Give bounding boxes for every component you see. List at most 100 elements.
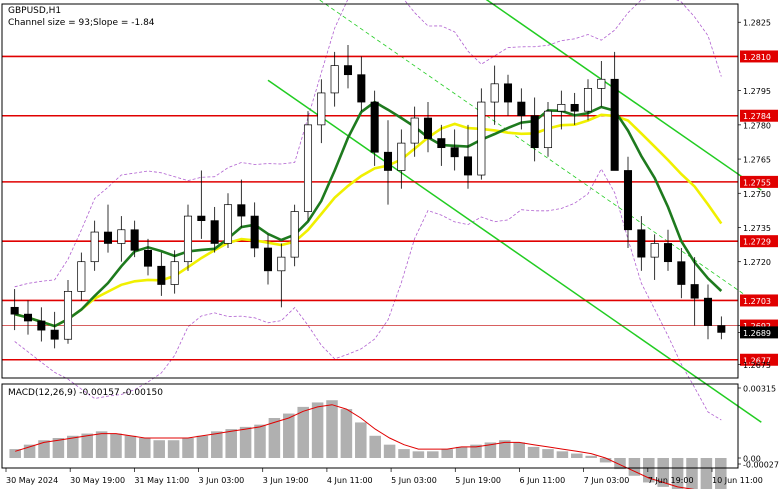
candle-body [277, 256, 286, 272]
macd-histogram-bar [124, 435, 137, 458]
candle-body [63, 290, 73, 340]
candle-body [290, 211, 299, 258]
candle-body [663, 243, 673, 263]
price-tick-label: 1.2675 [743, 361, 771, 370]
candle-body [357, 74, 366, 103]
candle-body [130, 229, 139, 251]
macd-histogram-bar [326, 400, 338, 458]
candle-body [423, 117, 433, 139]
candle-body [223, 204, 233, 244]
macd-histogram-bar [182, 438, 194, 458]
candle-body [583, 88, 593, 112]
price-tick-label: 1.2720 [743, 258, 771, 267]
candle-body [530, 115, 539, 149]
macd-histogram-bar [167, 440, 180, 458]
macd-histogram-bar [239, 426, 252, 458]
macd-histogram-bar [110, 433, 122, 458]
symbol-label: GBPUSD,H1 [8, 6, 61, 16]
candle-body [517, 101, 526, 117]
candle-body [117, 229, 126, 244]
price-tick-label: 1.2765 [743, 156, 771, 165]
time-tick-label: 4 Jun 11:00 [327, 476, 373, 485]
candle-body [317, 92, 326, 126]
macd-histogram-bar [571, 453, 583, 458]
candle-body [143, 249, 153, 267]
channel-info-label: Channel size = 93;Slope = -1.84 [8, 18, 155, 28]
level-price-label: 1.2755 [743, 178, 771, 187]
macd-histogram-bar [297, 406, 309, 458]
macd-histogram-bar [196, 435, 209, 458]
price-tick-label: 1.2780 [743, 121, 771, 130]
candle-body [237, 204, 246, 217]
time-tick-label: 30 May 2024 [6, 476, 58, 485]
time-tick-label: 30 May 19:00 [70, 476, 125, 485]
candle-body [677, 261, 686, 285]
candle-body [450, 147, 459, 158]
candle-body [410, 117, 419, 144]
time-tick-label: 7 Jun 03:00 [584, 476, 630, 485]
level-price-label: 1.2729 [743, 238, 771, 247]
candle-body [263, 247, 273, 272]
macd-histogram-bar [585, 455, 597, 458]
macd-histogram-bar [369, 435, 381, 458]
macd-histogram-bar [614, 458, 626, 470]
macd-histogram-bar [340, 409, 353, 458]
candle-body [210, 220, 219, 244]
candle-body [623, 170, 633, 231]
macd-histogram-bar [455, 446, 468, 458]
candle-body [650, 243, 659, 258]
candle-body [557, 103, 566, 112]
candle-body [303, 124, 313, 212]
macd-histogram-bar [211, 431, 223, 458]
candle-body [690, 284, 699, 299]
candle-body [343, 65, 353, 76]
macd-label: MACD(12,26,9) -0.00157 -0.00150 [8, 388, 163, 398]
time-tick-label: 31 May 11:00 [134, 476, 189, 485]
candle-body [610, 78, 619, 171]
macd-histogram-bar [81, 433, 93, 458]
macd-histogram-bar [139, 438, 151, 458]
level-price-label: 1.2810 [743, 53, 771, 62]
current-price-label: 1.2689 [743, 329, 771, 338]
candle-body [77, 261, 86, 292]
macd-histogram-bar [700, 458, 713, 493]
macd-histogram-bar [441, 449, 453, 458]
candle-body [570, 103, 579, 112]
candle-body [397, 142, 406, 171]
level-price-label: 1.2703 [743, 297, 771, 306]
candle-body [637, 229, 646, 258]
macd-histogram-bar [225, 429, 237, 458]
candle-body [383, 151, 393, 171]
candle-body [170, 261, 179, 285]
price-tick-label: 1.2735 [743, 224, 771, 233]
price-tick-label: 1.2825 [743, 19, 771, 28]
candle-body [477, 101, 486, 176]
candle-body [437, 138, 446, 149]
macd-histogram-bar [355, 422, 367, 458]
chart-window[interactable]: 1.2810 1.2784 1.2755 1.2729 1.2703 1.2677 1.2… [0, 0, 781, 493]
candle-body [463, 156, 473, 176]
macd-histogram-bar [254, 424, 266, 458]
time-tick-label: 5 Jun 19:00 [455, 476, 501, 485]
time-tick-label: 10 Jun 11:00 [712, 476, 763, 485]
time-tick-label: 7 Jun 19:00 [648, 476, 694, 485]
macd-histogram-bar [556, 451, 569, 458]
candle-body [717, 325, 726, 333]
candle-body [50, 329, 59, 340]
candle-body [37, 320, 46, 331]
candle-body [703, 297, 713, 326]
chart-canvas[interactable]: 1.28101.27841.27551.27291.27031.2677 1.2… [0, 0, 781, 493]
time-tick-label: 5 Jun 03:00 [391, 476, 437, 485]
candle-body [250, 215, 259, 249]
candle-body [490, 83, 499, 103]
candle-body [370, 101, 379, 153]
price-tick-label: 1.2750 [743, 190, 771, 199]
candle-body [23, 313, 33, 322]
price-tick-label: 1.2795 [743, 87, 771, 96]
chart-background [0, 0, 781, 489]
candle-body [330, 65, 339, 94]
candle-body [543, 110, 553, 149]
macd-histogram-bar [95, 431, 108, 458]
candle-body [157, 265, 166, 285]
macd-histogram-bar [412, 451, 425, 458]
